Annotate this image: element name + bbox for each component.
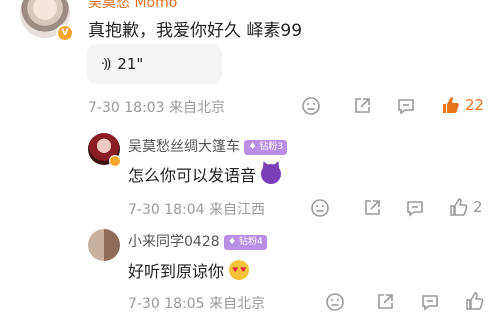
verified-badge-icon [109, 155, 121, 167]
reply-location: 来自江西 [209, 202, 266, 218]
comment-icon[interactable] [405, 198, 425, 218]
verified-badge-icon: V [56, 24, 74, 42]
fan-badge: ♦ 钻粉3 [244, 139, 288, 155]
reply-text: 怎么你可以发语音 [128, 166, 257, 185]
comment-username[interactable]: 吴莫愁 Momo [88, 0, 177, 12]
fan-badge-label: 钻粉3 [259, 141, 284, 152]
avatar[interactable] [88, 229, 120, 261]
reply-text: 好听到原谅你 [128, 262, 225, 281]
share-icon[interactable] [375, 292, 395, 312]
reply-username-row: 小来同学0428 ♦ 钻粉4 [128, 231, 267, 251]
reply-meta: 7-30 18:04 来自江西 [128, 199, 265, 219]
reply-text-row: 好听到原谅你 ♥ ♥ [128, 258, 250, 282]
fan-badge: ♦ 钻粉4 [224, 234, 267, 250]
comment-date: 7-30 18:03 [88, 100, 165, 116]
voice-message[interactable]: ·)) 21" [87, 44, 222, 84]
share-icon[interactable] [362, 198, 382, 218]
reply-username-row: 吴莫愁丝绸大篷车 ♦ 钻粉3 [128, 136, 288, 156]
reply-date: 7-30 18:05 [128, 296, 205, 312]
comment-location: 来自北京 [169, 100, 226, 116]
like-count: 22 [465, 96, 485, 114]
like-icon[interactable] [464, 291, 484, 311]
share-icon[interactable] [352, 96, 372, 116]
comment-meta: 7-30 18:03 来自北京 [88, 97, 225, 117]
reply-username[interactable]: 小来同学0428 [128, 234, 220, 250]
comment-icon[interactable] [396, 96, 416, 116]
like-icon[interactable] [448, 197, 468, 217]
dislike-icon[interactable] [310, 198, 330, 218]
reply-date: 7-30 18:04 [128, 202, 205, 218]
voice-wave-icon: ·)) [101, 56, 111, 72]
like-count: 2 [473, 198, 483, 216]
reply-username[interactable]: 吴莫愁丝绸大篷车 [128, 139, 240, 155]
voice-duration: 21" [117, 55, 144, 73]
like-icon[interactable] [440, 95, 460, 115]
reply-text-row: 怎么你可以发语音 [128, 162, 282, 186]
reply-meta: 7-30 18:05 来自北京 [128, 293, 265, 313]
dislike-icon[interactable] [301, 96, 321, 116]
comment-icon[interactable] [420, 292, 440, 312]
devil-emoji-icon [261, 164, 282, 184]
heart-eyes-emoji-icon: ♥ ♥ [229, 260, 250, 280]
reply-location: 来自北京 [209, 296, 266, 312]
comment-text: 真抱歉，我爱你好久 峄素99 [88, 21, 303, 41]
fan-badge-label: 钻粉4 [239, 236, 263, 247]
dislike-icon[interactable] [325, 292, 345, 312]
